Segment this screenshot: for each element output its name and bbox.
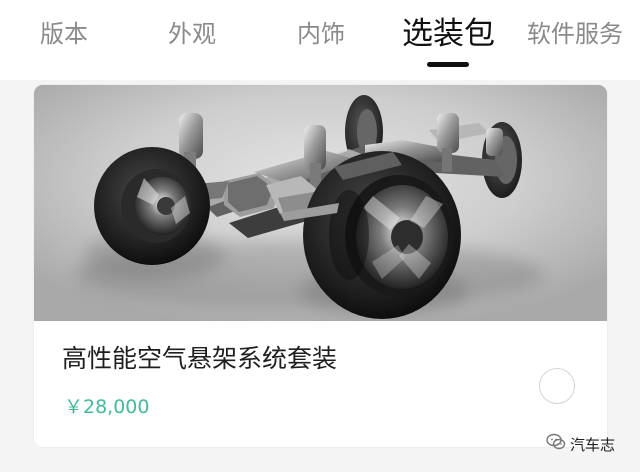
tab-software-services[interactable]: 软件服务 [527, 16, 623, 52]
select-radio-button[interactable] [539, 368, 575, 404]
tab-options[interactable]: 选装包 [402, 15, 495, 53]
chassis-illustration [34, 85, 607, 321]
option-package-card[interactable]: 高性能空气悬架系统套装 ￥28,000 [33, 84, 608, 448]
package-title: 高性能空气悬架系统套装 [62, 344, 338, 373]
watermark-text: 汽车志 [570, 435, 616, 454]
tab-version[interactable]: 版本 [40, 16, 88, 52]
package-price: ￥28,000 [64, 396, 150, 418]
tab-exterior[interactable]: 外观 [168, 16, 216, 52]
wechat-icon [546, 433, 566, 455]
tab-interior[interactable]: 内饰 [297, 16, 345, 52]
watermark: 汽车志 [546, 432, 615, 456]
tab-bar: 版本 外观 内饰 选装包 软件服务 [0, 0, 640, 80]
suspension-chassis-image [34, 85, 607, 321]
active-tab-indicator [427, 62, 469, 67]
